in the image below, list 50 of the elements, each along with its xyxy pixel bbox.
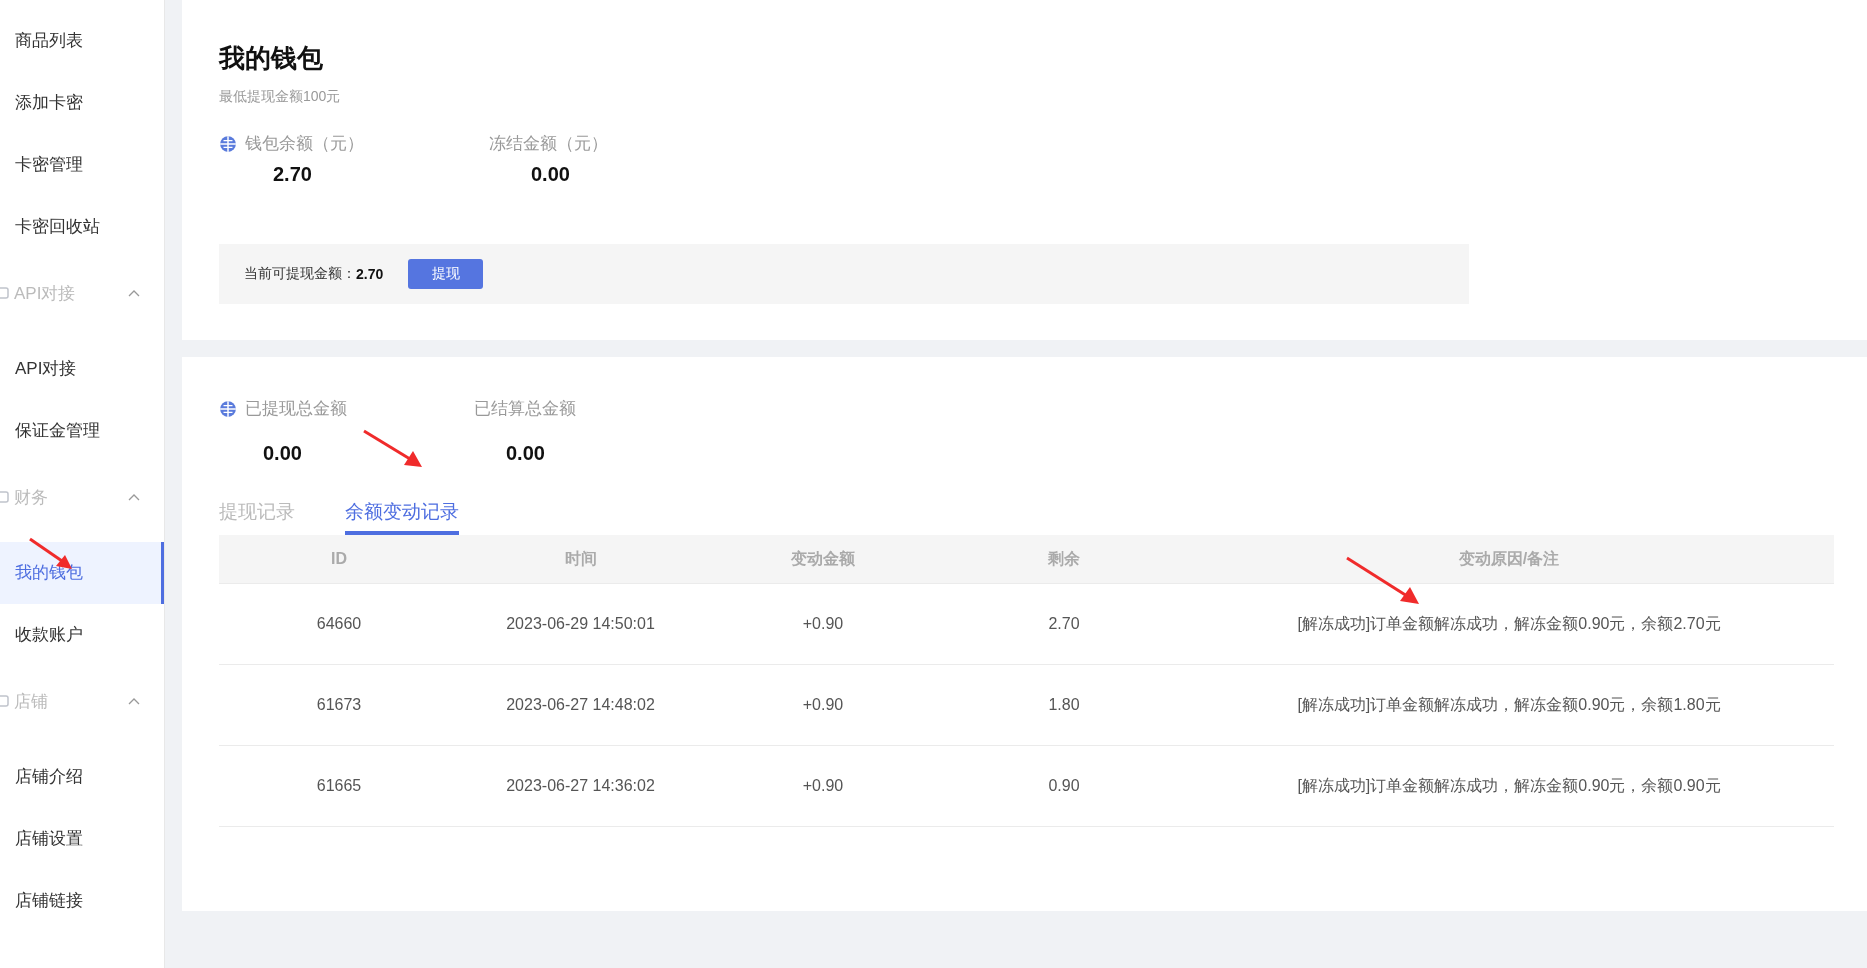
stat-value: 0.00 xyxy=(531,163,570,186)
table-cell-text: 64660 xyxy=(315,615,363,633)
withdraw-button[interactable]: 提现 xyxy=(408,259,484,289)
table-cell-text: 2023-06-27 14:36:02 xyxy=(505,777,656,795)
sidebar-item[interactable]: 保证金管理 xyxy=(0,400,164,462)
withdrawable-amount: 2.70 xyxy=(356,266,384,282)
table-cell-text: 61673 xyxy=(315,696,363,714)
stat-label: 已提现总金额 xyxy=(245,398,347,420)
sidebar-item[interactable]: 店铺介绍 xyxy=(0,746,164,808)
sidebar-item[interactable]: 商品列表 xyxy=(0,10,164,72)
sidebar-item[interactable]: API对接 xyxy=(0,338,164,400)
table-cell-text: +0.90 xyxy=(801,777,845,795)
sidebar-item[interactable]: 卡密回收站 xyxy=(0,196,164,258)
table-cell-text: 2023-06-27 14:48:02 xyxy=(505,696,656,714)
table-cell-text: 61665 xyxy=(315,777,363,795)
sidebar-item[interactable]: 收款账户 xyxy=(0,604,164,666)
stat-value: 0.00 xyxy=(506,442,545,465)
sidebar-item[interactable]: 添加卡密 xyxy=(0,72,164,134)
table-cell-text: 0.90 xyxy=(1047,777,1081,795)
annotation-arrow xyxy=(362,429,424,469)
stat-value: 0.00 xyxy=(263,442,302,465)
stat-value: 2.70 xyxy=(273,163,312,186)
globe-icon xyxy=(219,399,237,418)
table-cell-text: [解冻成功]订单金额解冻成功，解冻金额0.90元，余额0.90元 xyxy=(1296,775,1722,796)
withdrawable-label: 当前可提现金额： xyxy=(244,265,356,283)
column-header: 变动原因/备注 xyxy=(1457,548,1561,569)
column-header: 变动金额 xyxy=(790,548,856,569)
stat-label: 冻结金额（元） xyxy=(489,133,608,155)
table-cell-text: 2023-06-29 14:50:01 xyxy=(505,615,656,633)
table-cell-text: +0.90 xyxy=(801,615,845,633)
sidebar-item[interactable]: 我的钱包 xyxy=(0,542,164,604)
page-title: 我的钱包 xyxy=(219,42,324,75)
sidebar-item[interactable]: 店铺设置 xyxy=(0,808,164,870)
column-header: ID xyxy=(330,550,348,568)
globe-icon xyxy=(219,134,237,153)
table-cell-text: [解冻成功]订单金额解冻成功，解冻金额0.90元，余额2.70元 xyxy=(1296,613,1722,634)
chevron-up-icon[interactable] xyxy=(128,697,140,705)
stat-label: 已结算总金额 xyxy=(474,398,576,420)
column-header: 剩余 xyxy=(1047,548,1081,569)
column-header: 时间 xyxy=(563,548,598,569)
table-cell-text: +0.90 xyxy=(801,696,845,714)
chevron-up-icon[interactable] xyxy=(128,493,140,501)
table-cell-text: [解冻成功]订单金额解冻成功，解冻金额0.90元，余额1.80元 xyxy=(1296,694,1722,715)
table-cell-text: 2.70 xyxy=(1047,615,1081,633)
sidebar-item[interactable]: 店铺链接 xyxy=(0,870,164,932)
sidebar-item[interactable]: 卡密管理 xyxy=(0,134,164,196)
minimum-note: 最低提现金额100元 xyxy=(219,88,342,106)
chevron-up-icon[interactable] xyxy=(128,289,140,297)
table-cell-text: 1.80 xyxy=(1047,696,1081,714)
stat-label: 钱包余额（元） xyxy=(245,133,364,155)
